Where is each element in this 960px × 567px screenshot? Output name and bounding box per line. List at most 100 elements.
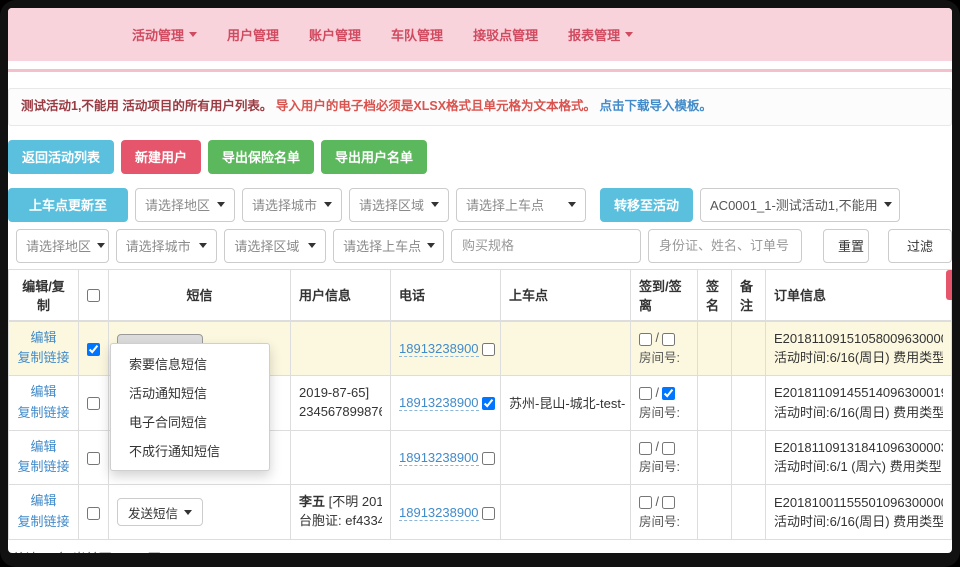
update-pickup-button[interactable]: 上车点更新至 [8, 188, 128, 222]
activity-select[interactable]: AC0001_1-测试活动1,不能用 [700, 188, 900, 222]
signature-cell [698, 321, 732, 376]
back-to-activities-button[interactable]: 返回活动列表 [8, 140, 114, 174]
region-filter-select[interactable]: 请选择地区 [16, 229, 109, 263]
select-all-checkbox[interactable] [87, 289, 100, 302]
city-filter-select[interactable]: 请选择城市 [116, 229, 218, 263]
copy-link[interactable]: 复制链接 [17, 348, 70, 369]
alert-title: 测试活动1,不能用 活动项目的所有用户列表。 [21, 99, 272, 113]
region-select[interactable]: 请选择地区 [135, 188, 235, 222]
sign-out-checkbox[interactable] [662, 442, 675, 455]
menu-item-request-info-sms[interactable]: 索要信息短信 [111, 349, 269, 378]
pickup-filter-select[interactable]: 请选择上车点 [333, 229, 444, 263]
header-user-info: 用户信息 [291, 269, 391, 321]
phone-checkbox[interactable] [482, 397, 495, 410]
order-activity-info: 活动时间:6/1 (周六) 费用类型 [774, 457, 943, 477]
download-template-link[interactable]: 点击下载导入模板。 [600, 99, 713, 113]
phone-link[interactable]: 18913238900 [399, 450, 479, 466]
edit-link[interactable]: 编辑 [17, 491, 70, 512]
caret-down-icon [184, 510, 192, 515]
caret-down-icon [199, 243, 207, 248]
caret-down-icon [568, 202, 576, 207]
copy-link[interactable]: 复制链接 [17, 403, 70, 424]
menu-item-cancel-notice-sms[interactable]: 不成行通知短信 [111, 436, 269, 465]
nav-fleet-management[interactable]: 车队管理 [391, 25, 443, 44]
sign-in-checkbox[interactable] [639, 333, 652, 346]
alert-warning: 导入用户的电子档必须是XLSX格式且单元格为文本格式。 [276, 99, 596, 113]
sign-out-checkbox[interactable] [662, 496, 675, 509]
reset-button[interactable]: 重置 [823, 229, 869, 263]
menu-item-activity-notice-sms[interactable]: 活动通知短信 [111, 378, 269, 407]
pickup-point-select[interactable]: 请选择上车点 [456, 188, 586, 222]
caret-down-icon [884, 202, 892, 207]
room-label: 房间号: [639, 403, 689, 423]
nav-user-management[interactable]: 用户管理 [227, 25, 279, 44]
header-signature: 签名 [698, 269, 732, 321]
phone-checkbox[interactable] [482, 507, 495, 520]
edit-link[interactable]: 编辑 [17, 382, 70, 403]
header-phone: 电话 [391, 269, 501, 321]
pagination-summary: 总计: 4 条,当前页: 1 / 1 页 [8, 548, 952, 553]
sign-out-checkbox[interactable] [662, 387, 675, 400]
header-note: 备注 [732, 269, 766, 321]
caret-down-icon [324, 202, 332, 207]
note-cell [732, 321, 766, 376]
menu-item-econtract-sms[interactable]: 电子合同短信 [111, 407, 269, 436]
note-cell [732, 485, 766, 540]
nav-activity-management[interactable]: 活动管理 [132, 25, 197, 44]
export-users-button[interactable]: 导出用户名单 [321, 140, 427, 174]
action-toolbar: 返回活动列表 新建用户 导出保险名单 导出用户名单 [8, 140, 952, 174]
caret-down-icon [97, 243, 105, 248]
signature-cell [698, 430, 732, 485]
edit-link[interactable]: 编辑 [17, 437, 70, 458]
phone-checkbox[interactable] [482, 343, 495, 356]
copy-link[interactable]: 复制链接 [17, 512, 70, 533]
room-label: 房间号: [639, 348, 689, 368]
send-sms-button[interactable]: 发送短信 [117, 498, 203, 526]
note-cell [732, 430, 766, 485]
district-filter-select[interactable]: 请选择区域 [224, 229, 326, 263]
order-activity-info: 活动时间:6/16(周日) 费用类型 [774, 512, 943, 532]
transfer-to-activity-button[interactable]: 转移至活动 [600, 188, 693, 222]
phone-link[interactable]: 18913238900 [399, 341, 479, 357]
pickup-cell [501, 321, 631, 376]
caret-down-icon [189, 32, 197, 37]
sign-out-checkbox[interactable] [662, 333, 675, 346]
copy-link[interactable]: 复制链接 [17, 457, 70, 478]
order-number: E2018110913184109630000312 [774, 438, 943, 458]
caret-down-icon [431, 202, 439, 207]
nav-account-management[interactable]: 账户管理 [309, 25, 361, 44]
row-checkbox[interactable] [87, 507, 100, 520]
room-label: 房间号: [639, 457, 689, 477]
edit-link[interactable]: 编辑 [17, 328, 70, 349]
district-select[interactable]: 请选择区域 [349, 188, 449, 222]
nav-report-management[interactable]: 报表管理 [568, 25, 633, 44]
purchase-spec-input[interactable] [451, 229, 641, 263]
row-checkbox[interactable] [87, 452, 100, 465]
phone-link[interactable]: 18913238900 [399, 395, 479, 411]
export-insurance-button[interactable]: 导出保险名单 [208, 140, 314, 174]
header-edit-copy: 编辑/复制 [9, 269, 79, 321]
row-checkbox[interactable] [87, 397, 100, 410]
top-navbar: 活动管理 用户管理 账户管理 车队管理 接驳点管理 报表管理 [8, 8, 952, 61]
header-sign: 签到/签离 [631, 269, 698, 321]
pickup-update-filter-row: 上车点更新至 请选择地区 请选择城市 请选择区域 请选择上车点 转移至活动 AC… [8, 188, 952, 222]
screenshot-frame: 活动管理 用户管理 账户管理 车队管理 接驳点管理 报表管理 测试活动1,不能用… [0, 0, 960, 567]
clipped-danger-button[interactable] [946, 270, 952, 300]
city-select[interactable]: 请选择城市 [242, 188, 342, 222]
search-input[interactable] [648, 229, 802, 263]
sign-in-checkbox[interactable] [639, 387, 652, 400]
room-label: 房间号: [639, 512, 689, 532]
pickup-cell [501, 430, 631, 485]
order-number: E2018110914551409630001952 [774, 383, 943, 403]
nav-pickup-point-management[interactable]: 接驳点管理 [473, 25, 538, 44]
sign-in-checkbox[interactable] [639, 442, 652, 455]
filter-button[interactable]: 过滤 [888, 229, 952, 263]
pickup-cell [501, 485, 631, 540]
sign-in-checkbox[interactable] [639, 496, 652, 509]
phone-checkbox[interactable] [482, 452, 495, 465]
new-user-button[interactable]: 新建用户 [121, 140, 201, 174]
sms-dropdown-menu: 索要信息短信 活动通知短信 电子合同短信 不成行通知短信 [110, 343, 270, 471]
caret-down-icon [427, 243, 435, 248]
phone-link[interactable]: 18913238900 [399, 505, 479, 521]
row-checkbox[interactable] [87, 343, 100, 356]
